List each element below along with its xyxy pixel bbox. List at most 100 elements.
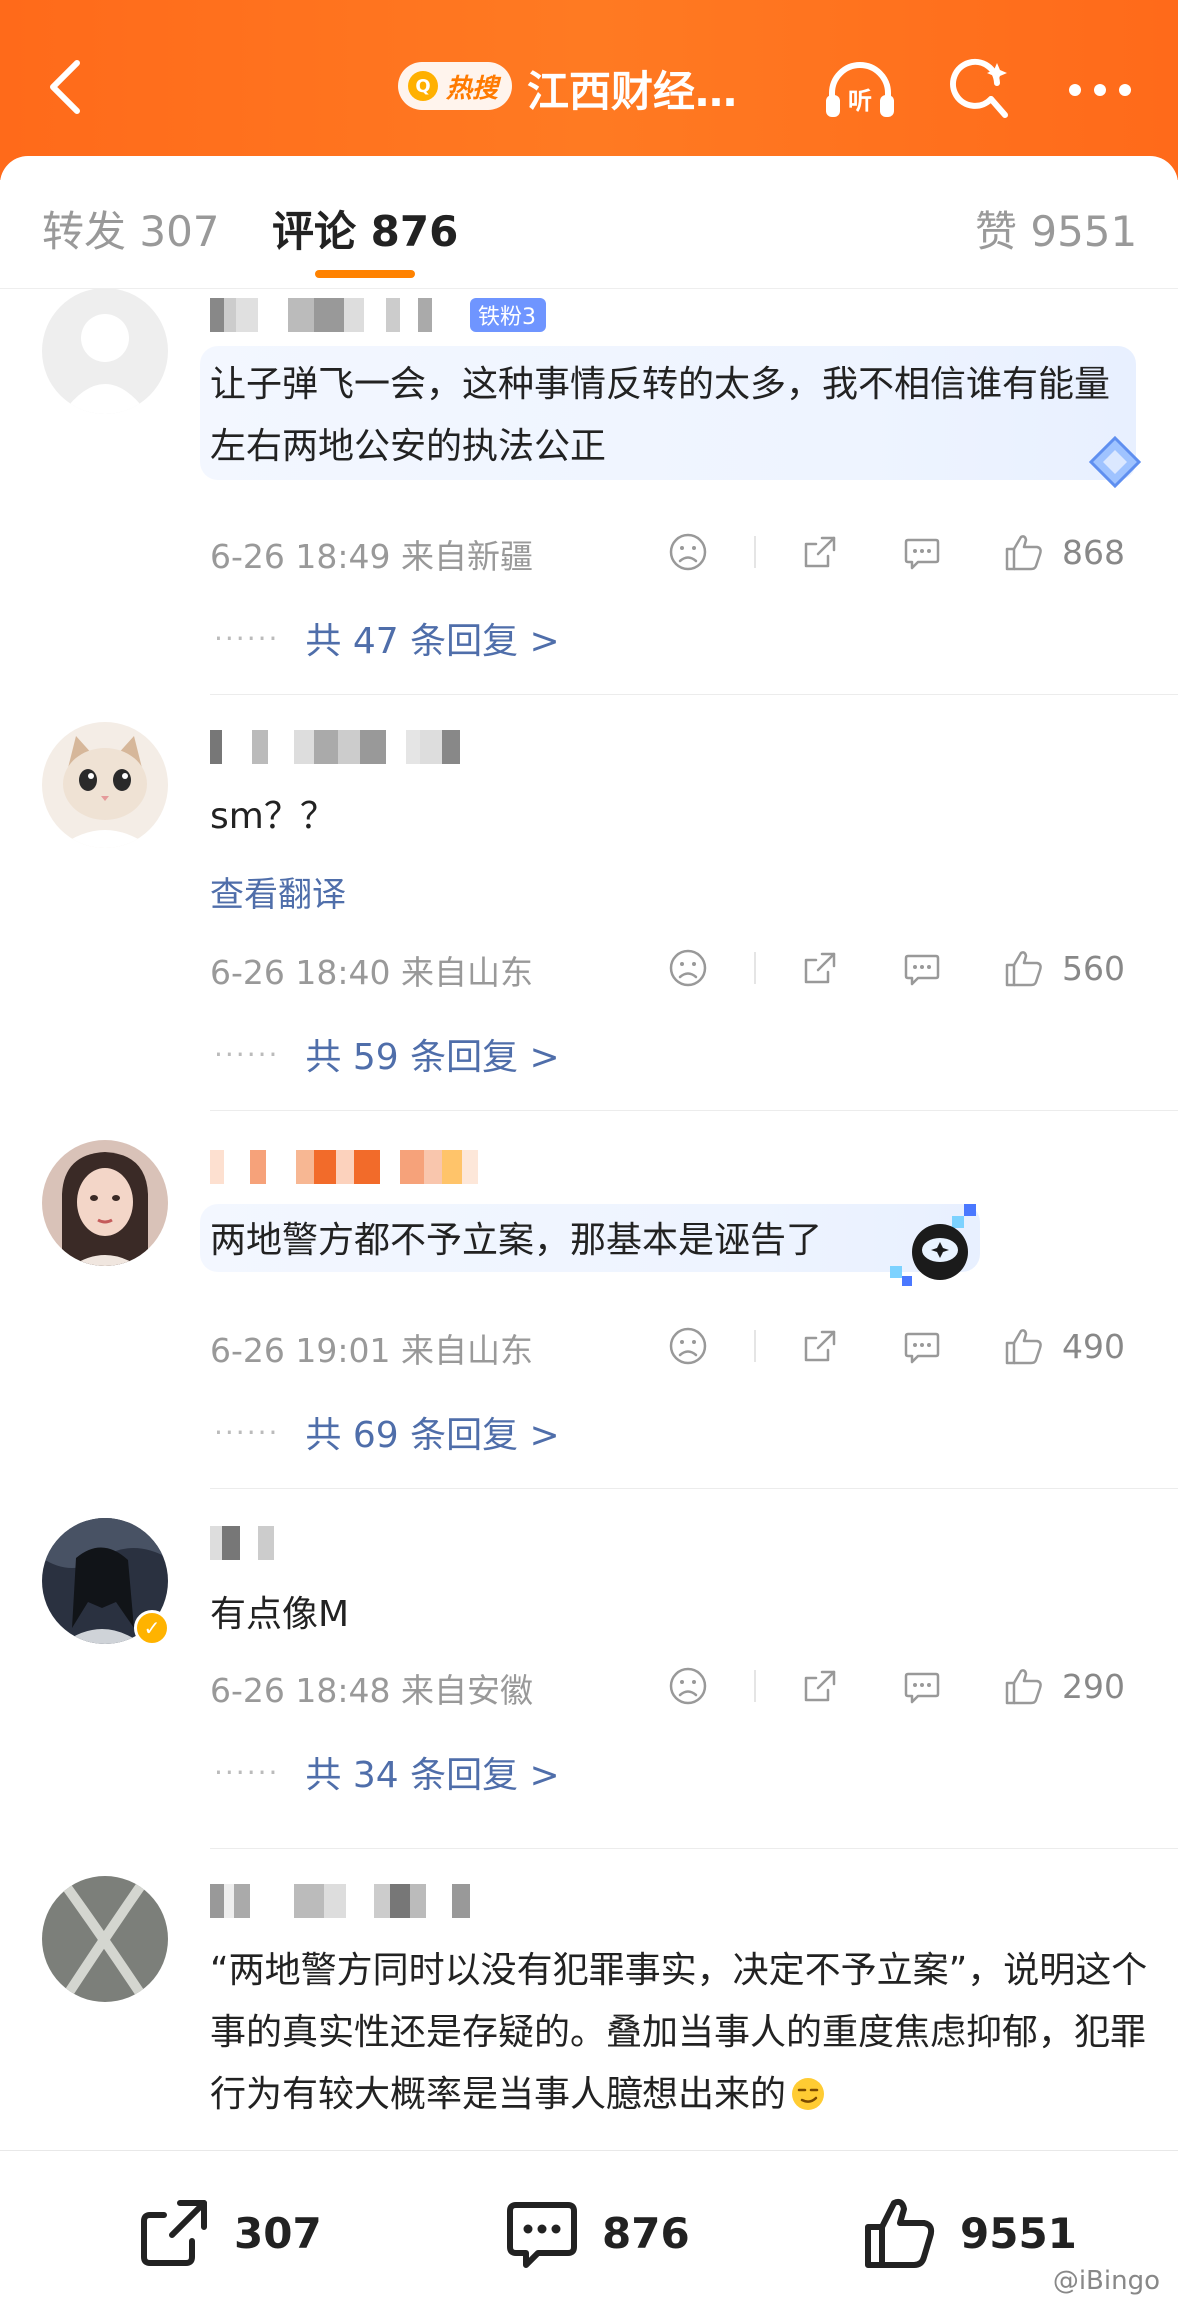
view-replies-link[interactable]: ······ 共 69 条回复 > — [210, 1406, 560, 1458]
comment-text: “两地警方同时以没有犯罪事实，决定不予立案”，说明这个事的真实性还是存疑的。叠加… — [210, 1940, 1150, 2126]
listen-label: 听 — [848, 87, 872, 115]
repost-button[interactable]: 307 — [136, 2195, 322, 2271]
back-button[interactable] — [30, 52, 100, 122]
frown-icon — [669, 533, 707, 571]
more-icon — [1069, 84, 1131, 96]
like-count-total: 9551 — [960, 2208, 1077, 2258]
frown-icon — [669, 1667, 707, 1705]
username-redacted[interactable] — [210, 730, 460, 764]
share-icon — [804, 1330, 836, 1362]
dislike-button[interactable] — [666, 530, 710, 574]
comment-actions: 868 — [666, 530, 1132, 574]
fan-badge: 铁粉3 — [470, 298, 546, 332]
comment-count: 876 — [602, 2208, 690, 2258]
reply-button[interactable] — [900, 1324, 944, 1368]
active-tab-indicator — [315, 270, 415, 278]
top-bar: Q 热搜 江西财经… 听 — [0, 0, 1178, 180]
reply-dots: ······ — [214, 1037, 280, 1071]
share-button[interactable] — [798, 530, 842, 574]
avatar[interactable] — [42, 1140, 168, 1266]
tab-likes[interactable]: 赞 9551 — [975, 198, 1137, 259]
avatar[interactable] — [42, 1876, 168, 2002]
like-count: 490 — [1062, 1326, 1125, 1366]
reply-button[interactable] — [900, 530, 944, 574]
share-icon — [804, 536, 836, 568]
replies-label: 共 47 条回复 > — [305, 621, 560, 662]
comment-icon — [904, 1672, 940, 1704]
comment-text: sm？？ — [210, 796, 336, 837]
like-count: 290 — [1062, 1666, 1125, 1706]
view-translation-link[interactable]: 查看翻译 — [210, 867, 346, 916]
thumbs-up-icon — [1005, 1669, 1042, 1705]
avatar[interactable] — [42, 288, 168, 414]
repost-icon — [141, 2200, 207, 2266]
action-separator — [754, 1670, 756, 1702]
thumbs-up-icon — [1005, 951, 1042, 987]
crossed-lines-avatar-icon — [42, 1876, 168, 2002]
girl-avatar-icon — [42, 1140, 168, 1266]
like-button[interactable] — [1002, 1664, 1046, 1708]
comment-text-content: “两地警方同时以没有犯罪事实，决定不予立案”，说明这个事的真实性还是存疑的。叠加… — [210, 1950, 1148, 2115]
share-button[interactable] — [798, 1324, 842, 1368]
username-redacted[interactable] — [210, 1150, 478, 1184]
comment-actions: 490 — [666, 1324, 1132, 1368]
username-redacted[interactable] — [210, 1526, 274, 1560]
frown-icon — [669, 1327, 707, 1365]
repost-count: 307 — [234, 2208, 322, 2258]
listen-icon: 听 — [826, 62, 894, 117]
like-button[interactable] — [1002, 946, 1046, 990]
comment-icon — [904, 1332, 940, 1364]
username-redacted[interactable] — [210, 298, 432, 332]
reply-button[interactable] — [900, 946, 944, 990]
view-replies-link[interactable]: ······ 共 59 条回复 > — [210, 1028, 560, 1080]
replies-label: 共 69 条回复 > — [305, 1415, 560, 1456]
watermark: @iBingo — [1052, 2266, 1160, 2296]
search-icon: Q — [408, 71, 438, 101]
comment-bubble-icon — [507, 2202, 577, 2268]
replies-label: 共 34 条回复 > — [305, 1755, 560, 1796]
dislike-button[interactable] — [666, 1664, 710, 1708]
comment-text: 有点像M — [210, 1594, 350, 1635]
comment-meta: 6-26 18:40 来自山东 — [210, 953, 533, 992]
tab-comments[interactable]: 评论 876 — [272, 198, 458, 259]
search-button[interactable] — [940, 50, 1020, 130]
view-replies-link[interactable]: ······ 共 47 条回复 > — [210, 612, 560, 664]
smirk-emoji-icon — [792, 2078, 825, 2110]
comment-divider — [210, 1488, 1178, 1489]
reply-dots: ······ — [214, 1755, 280, 1789]
comment-divider — [210, 1848, 1178, 1849]
listen-button[interactable]: 听 — [820, 50, 900, 130]
dislike-button[interactable] — [666, 1324, 710, 1368]
comment-meta: 6-26 18:48 来自安徽 — [210, 1671, 533, 1710]
like-count: 868 — [1062, 532, 1125, 572]
dislike-button[interactable] — [666, 946, 710, 990]
comment-text: 两地警方都不予立案，那基本是诬告了 — [210, 1220, 823, 1261]
avatar[interactable] — [42, 722, 168, 848]
comment-button[interactable]: 876 — [504, 2195, 690, 2271]
like-button[interactable] — [1002, 530, 1046, 574]
default-avatar-icon — [42, 288, 168, 414]
thumbs-up-icon — [1005, 535, 1042, 571]
comment-meta: 6-26 19:01 来自山东 — [210, 1331, 533, 1370]
share-icon — [804, 952, 836, 984]
like-post-button[interactable]: 9551 — [862, 2195, 1077, 2271]
action-separator — [754, 952, 756, 984]
tab-repost[interactable]: 转发 307 — [42, 198, 220, 259]
frown-icon — [669, 949, 707, 987]
more-button[interactable] — [1060, 50, 1140, 130]
comment-actions: 560 — [666, 946, 1132, 990]
share-button[interactable] — [798, 946, 842, 990]
thumbs-up-icon — [1005, 1329, 1042, 1365]
share-button[interactable] — [798, 1664, 842, 1708]
hot-search-pill[interactable]: Q 热搜 — [398, 62, 513, 110]
reply-button[interactable] — [900, 1664, 944, 1708]
page-title: 江西财经… — [527, 67, 738, 116]
comment-meta: 6-26 18:49 来自新疆 — [210, 537, 533, 576]
view-replies-link[interactable]: ······ 共 34 条回复 > — [210, 1746, 560, 1798]
back-icon — [50, 60, 80, 114]
username-redacted[interactable] — [210, 1884, 470, 1918]
share-icon — [804, 1670, 836, 1702]
comment-icon — [904, 954, 940, 986]
search-sparkle-icon — [950, 58, 1008, 118]
like-button[interactable] — [1002, 1324, 1046, 1368]
